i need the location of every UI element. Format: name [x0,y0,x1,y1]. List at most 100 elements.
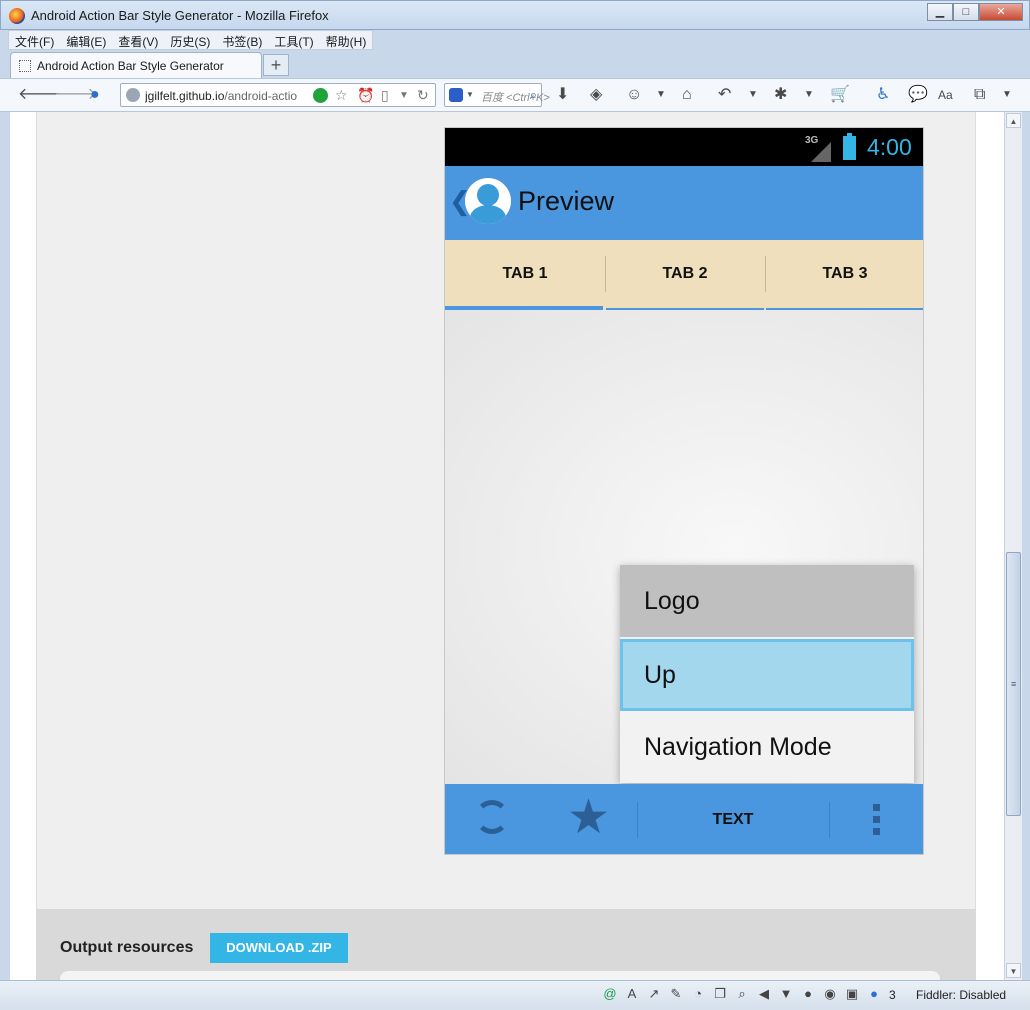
app-logo-icon[interactable] [465,178,511,224]
menu-option-up[interactable]: Up [620,639,914,711]
search-icon[interactable]: ⌕ [734,986,750,1002]
addon-icons: @ A ↗ ✎ ◔ ❐ ⌕ ◀ ▼ ● ◉ ▣ ● [602,986,888,1002]
mask-icon[interactable]: ◔ [690,986,706,1002]
reload-icon[interactable]: ↻ [417,87,429,104]
mobile-device-icon[interactable]: ▯ [381,87,389,104]
tab-3[interactable]: TAB 3 [765,240,923,310]
go-icon[interactable] [313,88,328,103]
browser-tab-title: Android Action Bar Style Generator [37,59,224,73]
user-icon[interactable]: ● [800,986,816,1002]
menu-history[interactable]: 历史(S) [164,31,216,49]
undo-icon[interactable]: ↶ [718,85,731,105]
menu-dropdown-icon[interactable]: ▼ [1002,85,1012,105]
navigation-toolbar: 🡐 🡒 ● jgilfelt.github.io/android-actio ☆… [0,78,1030,112]
new-tab-button[interactable]: + [263,54,289,76]
alarm-clock-icon[interactable]: ⏰ [357,87,374,104]
close-button[interactable]: ✕ [979,3,1023,21]
globe-icon [126,88,140,102]
play-icon[interactable]: ● [90,85,100,105]
font-size-icon[interactable]: Aa [938,85,953,105]
scroll-up-arrow-icon[interactable]: ▲ [1006,113,1021,128]
scrollbar-grip-icon: ≡ [1011,679,1017,689]
menu-tools[interactable]: 工具(T) [268,31,319,49]
overflow-icon[interactable] [873,804,881,836]
scrollbar-thumb[interactable]: ≡ [1006,552,1021,816]
chat-bubble-icon[interactable]: 💬 [908,85,928,105]
output-resources-section: Output resources DOWNLOAD .ZIP [36,909,976,980]
emoji-face-icon[interactable]: ☺ [626,85,642,105]
phone-preview: 3G 4:00 ❮ Preview TAB 1 TAB 2 TAB 3 Logo… [444,127,924,855]
window-titlebar: Android Action Bar Style Generator - Moz… [0,0,1030,30]
dropdown-arrow-icon[interactable]: ▼ [748,85,758,105]
calendar-icon[interactable]: ▣ [844,986,860,1002]
android-status-bar: 3G 4:00 [445,128,923,166]
signal-strength-icon [811,142,831,162]
search-engine-dropdown-icon[interactable]: ▼ [466,90,474,99]
brush-icon[interactable]: ✎ [668,986,684,1002]
status-clock: 4:00 [867,134,912,160]
download-zip-button[interactable]: DOWNLOAD .ZIP [210,933,348,963]
menu-bookmarks[interactable]: 书签(B) [216,31,268,49]
search-bar[interactable]: ▼ 百度 <Ctrl+K> ⌕ [444,83,550,107]
vertical-scrollbar[interactable]: ▲ ≡ ▼ [1004,112,1022,980]
url-path: /android-actio [224,89,298,103]
record-icon[interactable]: ◉ [822,986,838,1002]
addon-badge-count: 3 [889,988,896,1002]
scroll-down-arrow-icon[interactable]: ▼ [1006,963,1021,978]
menu-view[interactable]: 查看(V) [112,31,164,49]
minimize-button[interactable]: ▁ [927,3,953,21]
menu-file[interactable]: 文件(F) [9,31,60,49]
logo-head-shape [477,184,499,206]
download-icon[interactable]: ⬇ [556,85,569,105]
window-controls: ▁ □ ✕ [927,3,1023,21]
search-input[interactable]: 百度 <Ctrl+K> [481,89,550,105]
menu-bar: 文件(F) 编辑(E) 查看(V) 历史(S) 书签(B) 工具(T) 帮助(H… [8,30,374,50]
bookmark-star-icon[interactable]: ☆ [335,87,348,104]
accessibility-icon[interactable]: ♿ [876,85,890,105]
home-icon[interactable]: ⌂ [682,85,692,105]
shirt-icon[interactable]: ▼ [778,986,794,1002]
speaker-icon[interactable]: ◀ [756,986,772,1002]
action-bar-title: Preview [518,186,615,216]
url-bar[interactable]: jgilfelt.github.io/android-actio ☆ ⏰ ▯ ▼… [120,83,436,107]
tab-strip: Android Action Bar Style Generator + [0,50,1030,78]
windows-icon[interactable]: ❐ [712,986,728,1002]
action-divider [637,802,638,838]
window-title: Android Action Bar Style Generator - Moz… [31,8,329,23]
output-resources-title: Output resources [60,939,194,956]
star-icon[interactable]: ★ [567,791,610,845]
menu-option-logo[interactable]: Logo [620,565,914,637]
text-action-button[interactable]: TEXT [675,784,791,854]
at-sign-icon[interactable]: @ [602,986,618,1002]
menu-option-navigation-mode[interactable]: Navigation Mode [620,711,914,783]
dropdown-arrow-icon[interactable]: ▼ [656,85,666,105]
fiddler-status[interactable]: Fiddler: Disabled [916,988,1006,1002]
overflow-dot [873,828,880,835]
baidu-paw-icon[interactable] [449,88,463,102]
dropdown-arrow-icon[interactable]: ▼ [804,85,814,105]
tab-2[interactable]: TAB 2 [605,240,765,310]
page-favicon-icon [19,60,31,72]
maximize-button[interactable]: □ [953,3,979,21]
url-field[interactable]: jgilfelt.github.io/android-actio [145,89,309,103]
split-action-bar: ★ TEXT [445,784,923,854]
tab-1[interactable]: TAB 1 [445,240,605,310]
share-icon[interactable]: ↗ [646,986,662,1002]
action-divider [829,802,830,838]
url-host: jgilfelt.github.io [145,89,225,103]
menu-edit[interactable]: 编辑(E) [60,31,112,49]
browser-tab-active[interactable]: Android Action Bar Style Generator [10,52,262,78]
video-play-icon[interactable]: ● [866,986,882,1002]
shopping-cart-icon[interactable]: 🛒 [830,85,850,105]
menu-help[interactable]: 帮助(H) [320,31,373,49]
firebug-icon[interactable]: ✱ [774,85,787,105]
crop-icon[interactable]: ⧉ [974,85,985,105]
menu-option-logo-label: Logo [644,587,700,615]
dropdown-arrow-icon[interactable]: ▼ [399,90,409,101]
overflow-menu-popup: Logo Up Navigation Mode [620,565,914,783]
font-icon[interactable]: A [624,986,640,1002]
search-icon[interactable]: ⌕ [530,87,537,103]
refresh-icon[interactable] [475,800,509,834]
addon-bar: @ A ↗ ✎ ◔ ❐ ⌕ ◀ ▼ ● ◉ ▣ ● 3 Fiddler: Dis… [0,980,1030,1010]
addon-shield-icon[interactable]: ◈ [590,85,602,105]
